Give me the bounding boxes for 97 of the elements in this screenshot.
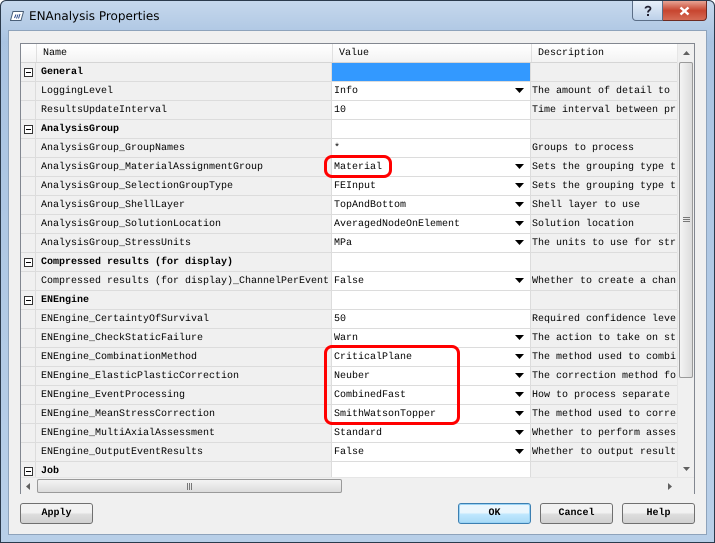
property-value[interactable]: 10 — [332, 101, 346, 116]
property-description: Sets the grouping type t — [531, 177, 677, 195]
scroll-up-icon[interactable] — [682, 50, 690, 54]
property-description: The correction method fo — [531, 367, 677, 385]
property-name: ENEngine_CheckStaticFailure — [36, 329, 332, 347]
vertical-scrollbar[interactable] — [677, 44, 694, 477]
column-header[interactable]: Value — [332, 44, 531, 62]
dialog-button[interactable]: Help — [622, 503, 695, 524]
property-value[interactable]: Neuber — [332, 367, 370, 382]
scrollbar-thumb[interactable] — [37, 479, 342, 493]
dropdown-arrow-icon[interactable] — [515, 240, 524, 245]
help-icon[interactable] — [644, 5, 652, 16]
property-name: ENEngine_EventProcessing — [36, 386, 332, 404]
property-description: The units to use for str — [531, 234, 677, 252]
property-value[interactable]: Material — [332, 158, 382, 173]
property-name: LoggingLevel — [36, 82, 332, 100]
property-value[interactable]: Warn — [332, 329, 358, 344]
collapse-icon[interactable] — [24, 124, 32, 134]
dropdown-arrow-icon[interactable] — [515, 88, 524, 93]
dropdown-arrow-icon[interactable] — [515, 392, 524, 397]
close-icon[interactable] — [679, 6, 690, 16]
property-description: Whether to output result — [531, 443, 677, 461]
close-button[interactable] — [663, 1, 707, 21]
dropdown-arrow-icon[interactable] — [515, 164, 524, 169]
property-name: AnalysisGroup_MaterialAssignmentGroup — [36, 158, 332, 176]
scrollbar-thumb[interactable] — [679, 62, 693, 378]
property-name: ENEngine_CertaintyOfSurvival — [36, 310, 332, 328]
collapse-icon[interactable] — [24, 68, 32, 76]
dropdown-arrow-icon[interactable] — [515, 430, 524, 435]
property-value[interactable]: Info — [332, 82, 358, 97]
property-name: ENEngine_MeanStressCorrection — [36, 405, 332, 423]
dropdown-arrow-icon[interactable] — [515, 335, 524, 340]
category-name: AnalysisGroup — [36, 120, 332, 138]
property-description: The amount of detail to — [531, 82, 677, 100]
dropdown-arrow-icon[interactable] — [515, 278, 524, 283]
window-title: ENAnalysis Properties — [29, 8, 160, 22]
property-name: AnalysisGroup_StressUnits — [36, 234, 332, 252]
property-value[interactable]: Standard — [332, 424, 382, 439]
property-description: How to process separate — [531, 386, 677, 404]
property-value[interactable]: SmithWatsonTopper — [332, 405, 436, 420]
property-description: Solution location — [531, 215, 677, 233]
property-name: AnalysisGroup_ShellLayer — [36, 196, 332, 214]
property-value[interactable]: * — [332, 139, 340, 154]
grip-icon — [186, 482, 192, 490]
category-name: General — [36, 63, 332, 81]
scroll-left-icon[interactable] — [26, 482, 30, 490]
category-name: ENEngine — [36, 291, 332, 309]
app-icon — [10, 10, 24, 20]
dialog-button[interactable]: Apply — [20, 503, 93, 524]
dropdown-arrow-icon[interactable] — [515, 221, 524, 226]
property-description: Required confidence leve — [531, 310, 677, 328]
category-name: Compressed results (for display) — [36, 253, 332, 271]
property-description: Whether to create a chan — [531, 272, 677, 290]
property-description: The method used to combi — [531, 348, 677, 366]
property-description: Sets the grouping type t — [531, 158, 677, 176]
property-name: Compressed results (for display)_ChannelPerEvent — [36, 272, 332, 290]
property-value[interactable]: CriticalPlane — [332, 348, 412, 363]
collapse-icon[interactable] — [24, 466, 32, 476]
property-name: ENEngine_CombinationMethod — [36, 348, 332, 366]
scroll-right-icon[interactable] — [668, 482, 672, 490]
property-value[interactable]: AveragedNodeOnElement — [332, 215, 460, 230]
dialog-button[interactable]: OK — [458, 503, 531, 524]
help-button[interactable] — [632, 1, 663, 21]
selected-cell[interactable] — [332, 63, 531, 81]
collapse-icon[interactable] — [24, 258, 32, 266]
property-name: ENEngine_ElasticPlasticCorrection — [36, 367, 332, 385]
property-description: Time interval between pr — [531, 101, 677, 119]
property-name: AnalysisGroup_SelectionGroupType — [36, 177, 332, 195]
category-name: Job — [36, 462, 332, 477]
property-value[interactable]: False — [332, 272, 364, 287]
property-value[interactable]: CombinedFast — [332, 386, 406, 401]
property-name: AnalysisGroup_GroupNames — [36, 139, 332, 157]
property-value[interactable]: TopAndBottom — [332, 196, 406, 211]
property-description: Groups to process — [531, 139, 677, 157]
property-name: AnalysisGroup_SolutionLocation — [36, 215, 332, 233]
grip-icon — [682, 217, 690, 223]
property-description: Shell layer to use — [531, 196, 677, 214]
dropdown-arrow-icon[interactable] — [515, 354, 524, 359]
collapse-icon[interactable] — [24, 296, 32, 304]
scroll-down-icon[interactable] — [682, 466, 690, 470]
property-value[interactable]: MPa — [332, 234, 352, 249]
property-name: ENEngine_OutputEventResults — [36, 443, 332, 461]
property-description: The action to take on st — [531, 329, 677, 347]
property-value[interactable]: 50 — [332, 310, 346, 325]
property-name: ResultsUpdateInterval — [36, 101, 332, 119]
property-value[interactable]: FEInput — [332, 177, 376, 192]
property-description: The method used to corre — [531, 405, 677, 423]
property-description: Whether to perform asses — [531, 424, 677, 442]
dropdown-arrow-icon[interactable] — [515, 449, 524, 454]
column-header[interactable]: Name — [36, 44, 332, 62]
dropdown-arrow-icon[interactable] — [515, 202, 524, 207]
dialog-button[interactable]: Cancel — [540, 503, 613, 524]
dropdown-arrow-icon[interactable] — [515, 183, 524, 188]
dropdown-arrow-icon[interactable] — [515, 411, 524, 416]
dropdown-arrow-icon[interactable] — [515, 373, 524, 378]
property-value[interactable]: False — [332, 443, 364, 458]
property-name: ENEngine_MultiAxialAssessment — [36, 424, 332, 442]
